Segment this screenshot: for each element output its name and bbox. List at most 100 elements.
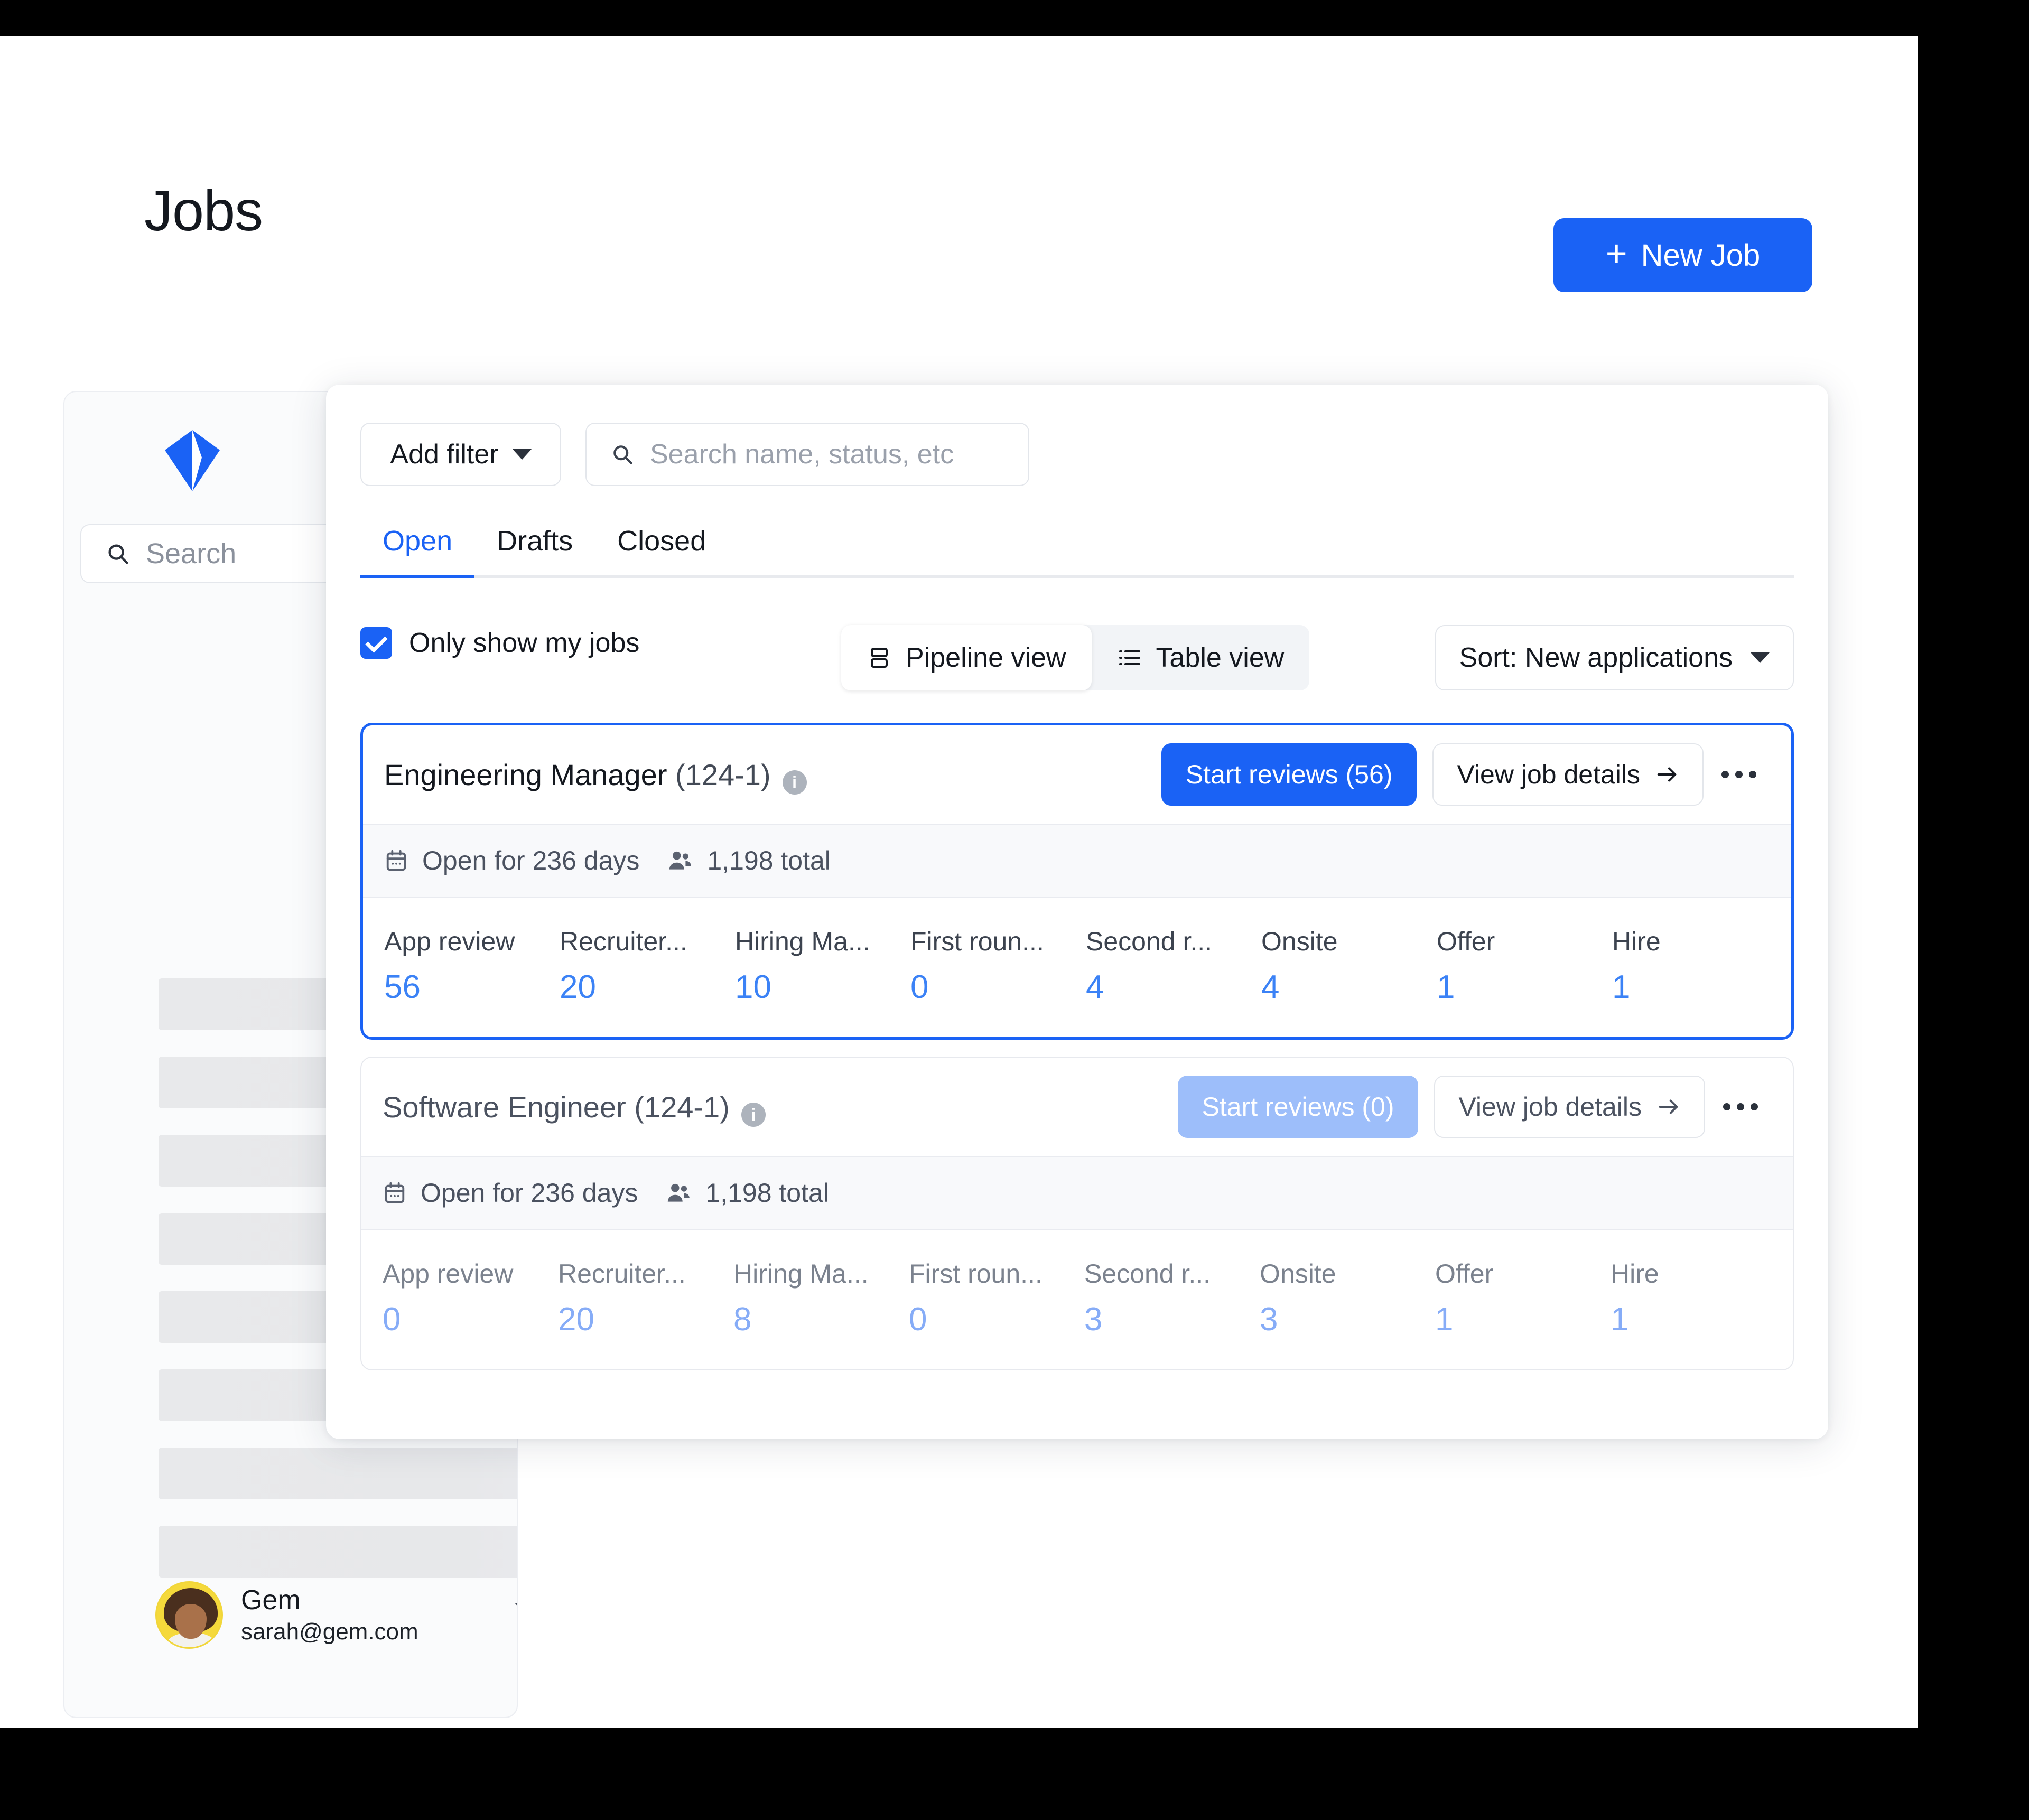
stage-count[interactable]: 1	[1611, 1301, 1786, 1338]
pipeline-stage[interactable]: Hire 1	[1612, 926, 1788, 1005]
job-meta-row: Open for 236 days 1,198 total	[361, 1156, 1793, 1230]
stage-count[interactable]: 8	[733, 1301, 909, 1338]
sidebar-search-placeholder: Search	[146, 538, 237, 570]
stage-label: App review	[383, 1259, 514, 1289]
pipeline-stage[interactable]: Hire 1	[1611, 1258, 1786, 1338]
stage-count[interactable]: 10	[735, 969, 910, 1005]
sort-dropdown[interactable]: Sort: New applications	[1435, 625, 1794, 690]
tab-bar: Open Drafts Closed	[360, 525, 1794, 578]
stage-count[interactable]: 1	[1612, 969, 1788, 1005]
pipeline-stage[interactable]: First roun... 0	[910, 926, 1086, 1005]
dot-icon	[1721, 771, 1729, 778]
pipeline-stage[interactable]: Hiring Ma... 10	[735, 926, 910, 1005]
tab-open[interactable]: Open	[360, 525, 475, 578]
job-card[interactable]: Software Engineer (124-1) i Start reviews …	[360, 1057, 1794, 1371]
start-reviews-button: Start reviews (0)	[1177, 1076, 1419, 1138]
stage-count[interactable]: 4	[1086, 969, 1261, 1005]
stage-label: Onsite	[1261, 927, 1338, 956]
stage-count[interactable]: 56	[384, 969, 560, 1005]
dot-icon	[1749, 771, 1756, 778]
pipeline-stage[interactable]: Onsite 3	[1260, 1258, 1435, 1338]
skeleton-row	[159, 1448, 517, 1499]
table-view-button[interactable]: Table view	[1092, 625, 1310, 690]
view-job-details-button[interactable]: View job details	[1434, 1076, 1705, 1138]
stage-count[interactable]: 1	[1437, 969, 1612, 1005]
pipeline-stage[interactable]: App review 0	[383, 1258, 558, 1338]
new-job-button[interactable]: + New Job	[1553, 218, 1812, 292]
stage-label: Hiring Ma...	[735, 927, 870, 956]
stage-count[interactable]: 20	[560, 969, 735, 1005]
user-name: Gem	[241, 1584, 301, 1616]
pipeline-stage[interactable]: App review 56	[384, 926, 560, 1005]
stage-count[interactable]: 1	[1435, 1301, 1611, 1338]
total-candidates-label: 1,198 total	[707, 846, 831, 875]
plus-icon: +	[1605, 232, 1627, 274]
pipeline-stage[interactable]: Offer 1	[1435, 1258, 1611, 1338]
sidebar-user-menu[interactable]: Gem sarah@gem.com	[155, 1575, 517, 1655]
dot-icon	[1751, 1103, 1758, 1111]
pipeline-stage[interactable]: Onsite 4	[1261, 926, 1437, 1005]
sort-label: Sort: New applications	[1459, 642, 1733, 673]
pipeline-view-icon	[871, 648, 888, 668]
stage-count[interactable]: 3	[1084, 1301, 1260, 1338]
page-canvas: Jobs + New Job Search Gem sarah@gem.com …	[0, 36, 1918, 1728]
stage-count[interactable]: 0	[383, 1301, 558, 1338]
stage-count[interactable]: 0	[909, 1301, 1084, 1338]
job-title-text: Engineering Manager	[384, 758, 667, 791]
info-icon[interactable]: i	[782, 770, 807, 795]
total-candidates: 1,198 total	[667, 845, 831, 876]
open-days: Open for 236 days	[384, 845, 639, 876]
chevron-down-icon	[515, 1603, 517, 1617]
stage-count[interactable]: 0	[910, 969, 1086, 1005]
jobs-panel: Add filter Search name, status, etc Open…	[326, 385, 1828, 1439]
stage-label: Second r...	[1086, 927, 1213, 956]
user-email: sarah@gem.com	[241, 1619, 418, 1645]
only-show-my-jobs-label: Only show my jobs	[409, 628, 640, 658]
table-view-icon	[1119, 650, 1140, 665]
total-candidates: 1,198 total	[665, 1178, 829, 1208]
stage-count[interactable]: 20	[558, 1301, 733, 1338]
stage-label: Offer	[1437, 927, 1495, 956]
job-title[interactable]: Software Engineer (124-1) i	[383, 1090, 766, 1127]
stage-label: Hiring Ma...	[733, 1259, 869, 1289]
more-options-button[interactable]	[1711, 1078, 1770, 1136]
pipeline-stage[interactable]: Hiring Ma... 8	[733, 1258, 909, 1338]
add-filter-button[interactable]: Add filter	[360, 423, 561, 486]
avatar	[155, 1581, 223, 1649]
info-icon[interactable]: i	[741, 1103, 766, 1127]
start-reviews-button[interactable]: Start reviews (56)	[1161, 743, 1417, 806]
tab-closed[interactable]: Closed	[595, 525, 728, 575]
pipeline-stage[interactable]: Second r... 4	[1086, 926, 1261, 1005]
chevron-down-icon	[512, 449, 532, 460]
new-job-label: New Job	[1641, 238, 1761, 273]
view-job-details-button[interactable]: View job details	[1432, 743, 1704, 806]
total-candidates-label: 1,198 total	[705, 1178, 829, 1208]
pipeline-stage[interactable]: Recruiter... 20	[560, 926, 735, 1005]
pipeline-stage[interactable]: Recruiter... 20	[558, 1258, 733, 1338]
stage-label: Offer	[1435, 1259, 1494, 1289]
dot-icon	[1735, 771, 1743, 778]
only-show-my-jobs-checkbox[interactable]: Only show my jobs	[360, 627, 639, 659]
more-options-button[interactable]	[1710, 745, 1768, 804]
pipeline-stage[interactable]: First roun... 0	[909, 1258, 1084, 1338]
tab-drafts[interactable]: Drafts	[474, 525, 595, 575]
job-card[interactable]: Engineering Manager (124-1) i Start review…	[360, 723, 1794, 1040]
table-view-label: Table view	[1156, 642, 1285, 673]
stage-label: Hire	[1611, 1259, 1659, 1289]
search-input[interactable]: Search name, status, etc	[585, 423, 1029, 486]
pipeline-view-button[interactable]: Pipeline view	[841, 625, 1092, 690]
stage-label: Recruiter...	[560, 927, 687, 956]
stage-count[interactable]: 4	[1261, 969, 1437, 1005]
job-pipeline-stages: App review 56 Recruiter... 20 Hiring Ma... 10…	[363, 898, 1791, 1037]
pipeline-view-label: Pipeline view	[906, 642, 1066, 673]
stage-count[interactable]: 3	[1260, 1301, 1435, 1338]
stage-label: Hire	[1612, 927, 1661, 956]
dot-icon	[1723, 1103, 1730, 1111]
job-title[interactable]: Engineering Manager (124-1) i	[384, 758, 807, 795]
page-title: Jobs	[144, 179, 263, 242]
open-days-label: Open for 236 days	[422, 846, 640, 875]
pipeline-stage[interactable]: Offer 1	[1437, 926, 1612, 1005]
open-days: Open for 236 days	[383, 1178, 638, 1208]
pipeline-stage[interactable]: Second r... 3	[1084, 1258, 1260, 1338]
job-list: Engineering Manager (124-1) i Start review…	[360, 723, 1794, 1387]
